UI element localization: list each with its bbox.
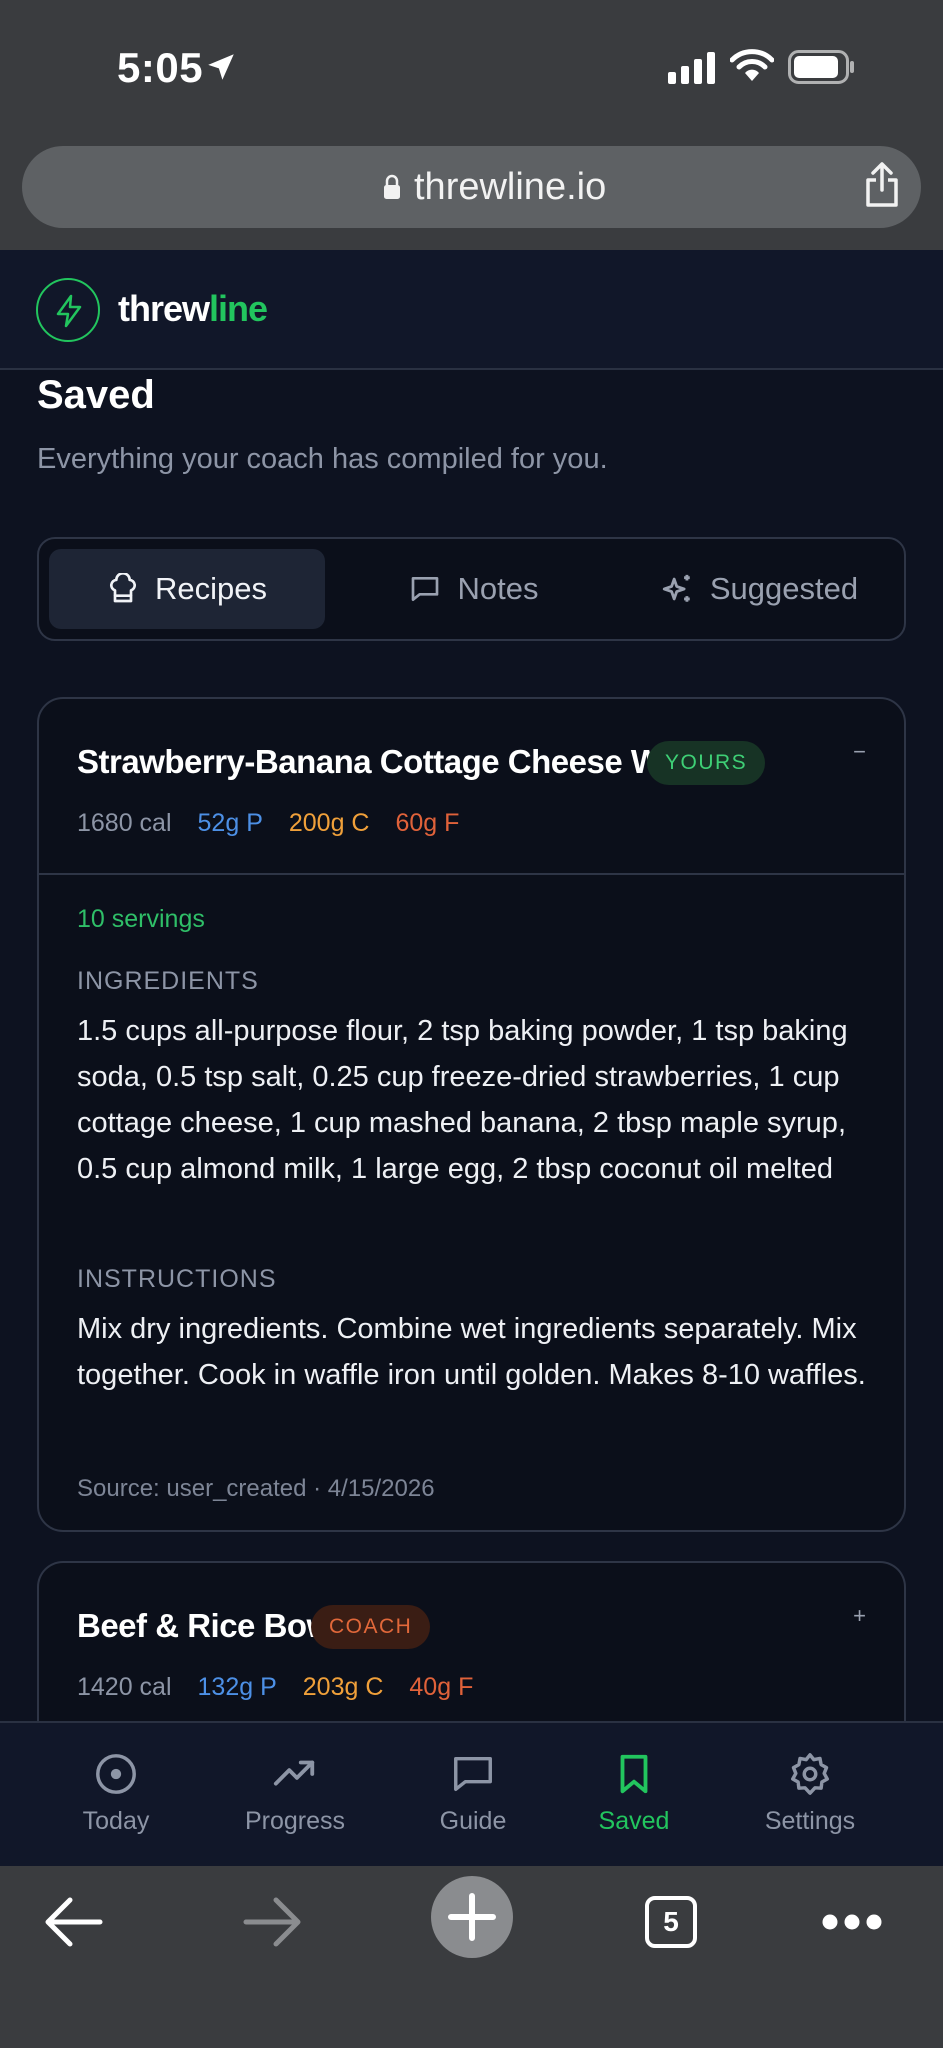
protein-value: 132g P (197, 1673, 277, 1701)
instructions-text: Mix dry ingredients. Combine wet ingredi… (77, 1313, 866, 1391)
sparkles-icon (662, 574, 690, 602)
fat-value: 60g F (395, 809, 460, 837)
trend-up-icon (273, 1760, 315, 1786)
wifi-icon (730, 49, 774, 81)
battery-icon (788, 50, 854, 84)
ingredients-label: INGREDIENTS (77, 967, 259, 995)
servings-count: 10 servings (77, 905, 205, 933)
recipe-title: Strawberry-Banana Cottage Cheese Waffles (77, 743, 744, 780)
recipe-card[interactable]: Beef & Rice Bowl COACH + 1420 cal 132g P… (37, 1561, 906, 1721)
nav-label: Guide (439, 1807, 507, 1835)
share-icon[interactable] (864, 162, 900, 208)
back-arrow-icon[interactable] (44, 1894, 104, 1950)
nav-label: Settings (764, 1807, 856, 1835)
tab-recipes[interactable]: Recipes (49, 549, 325, 629)
saved-tabs: Recipes Notes Suggested (37, 537, 906, 641)
instructions-label: INSTRUCTIONS (77, 1265, 277, 1293)
forward-arrow-icon[interactable] (242, 1894, 302, 1950)
calories-value: 1420 cal (77, 1673, 172, 1701)
plus-icon (448, 1893, 496, 1941)
recipe-source: Source: user_created · 4/15/2026 (77, 1475, 435, 1502)
lock-icon (384, 174, 400, 199)
tab-suggested[interactable]: Suggested (621, 549, 897, 629)
status-bar: 5:05 (0, 0, 943, 140)
nav-settings[interactable]: Settings (720, 1723, 900, 1868)
nav-label: Saved (598, 1807, 670, 1835)
new-tab-button[interactable] (431, 1876, 513, 1958)
nav-label: Today (82, 1807, 150, 1835)
fat-value: 40g F (409, 1673, 474, 1701)
cellular-signal-icon (668, 52, 715, 84)
recipe-card-header[interactable]: Strawberry-Banana Cottage Cheese Waffles… (39, 699, 904, 875)
recipe-card: Strawberry-Banana Cottage Cheese Waffles… (37, 697, 906, 1532)
calories-value: 1680 cal (77, 809, 172, 837)
nav-saved[interactable]: Saved (544, 1723, 724, 1868)
nav-progress[interactable]: Progress (205, 1723, 385, 1868)
status-time: 5:05 (117, 44, 204, 91)
browser-toolbar: 5 (0, 1866, 943, 2048)
gear-icon (791, 1753, 829, 1795)
page-title: Saved (37, 373, 155, 417)
macro-row: 1680 cal 52g P 200g C 60g F (77, 809, 459, 838)
tab-label: Recipes (155, 571, 267, 606)
app-header: threwline (0, 250, 943, 370)
expand-toggle[interactable]: + (853, 1603, 866, 1629)
tab-switcher-button[interactable]: 5 (645, 1896, 697, 1948)
location-arrow-icon (208, 54, 234, 80)
bookmark-icon (620, 1754, 648, 1794)
target-icon (96, 1754, 136, 1794)
ingredients-text: 1.5 cups all-purpose flour, 2 tsp baking… (77, 1015, 848, 1185)
source-badge: COACH (311, 1605, 431, 1649)
collapse-toggle[interactable]: − (853, 739, 866, 765)
tab-label: Notes (457, 571, 539, 606)
recipe-title: Beef & Rice Bowl (77, 1607, 341, 1644)
chat-bubble-icon (411, 577, 438, 601)
carbs-value: 203g C (302, 1673, 384, 1701)
tab-notes[interactable]: Notes (335, 549, 611, 629)
nav-label: Progress (244, 1807, 346, 1835)
source-badge: YOURS (647, 741, 766, 785)
more-menu-icon[interactable] (820, 1912, 884, 1932)
protein-value: 52g P (197, 809, 263, 837)
nav-guide[interactable]: Guide (383, 1723, 563, 1868)
nav-today[interactable]: Today (26, 1723, 206, 1868)
bottom-nav: Today Progress Guide Saved Settings (0, 1721, 943, 1866)
chat-bubble-icon (454, 1756, 492, 1792)
tab-label: Suggested (709, 571, 859, 606)
chef-hat-icon (110, 573, 136, 603)
address-bar[interactable]: threwline.io (22, 146, 921, 228)
browser-address-area: threwline.io (0, 140, 943, 250)
macro-row: 1420 cal 132g P 203g C 40g F (77, 1673, 473, 1702)
page-subtitle: Everything your coach has compiled for y… (37, 443, 608, 475)
brand-name: threwline (118, 288, 268, 329)
logo-icon (36, 278, 100, 342)
carbs-value: 200g C (288, 809, 370, 837)
url-text: threwline.io (414, 166, 607, 208)
